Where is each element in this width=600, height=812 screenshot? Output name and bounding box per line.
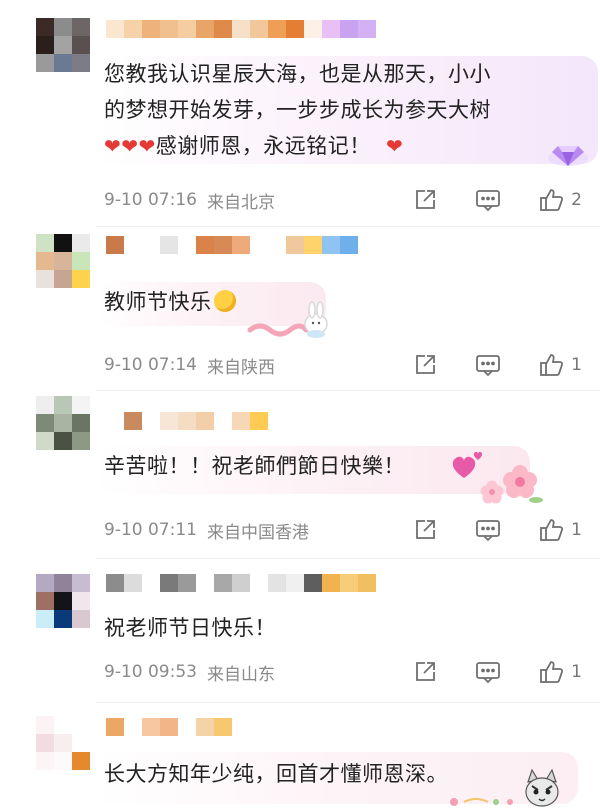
comment-time: 9-10 07:11 bbox=[104, 520, 197, 540]
cat-sticker-icon bbox=[525, 768, 559, 807]
comment-icon bbox=[476, 662, 501, 684]
avatar[interactable] bbox=[36, 18, 90, 72]
comment-meta: 9-10 07:16 来自北京 2 bbox=[104, 185, 594, 215]
comment-time: 9-10 07:14 bbox=[104, 355, 197, 375]
like-button[interactable]: 2 bbox=[539, 187, 582, 213]
divider bbox=[96, 702, 600, 703]
comment-icon bbox=[476, 355, 501, 377]
comment-text: 祝老师节日快乐！ bbox=[104, 616, 276, 640]
comment-location: 来自陕西 bbox=[206, 357, 275, 378]
share-button[interactable] bbox=[413, 660, 437, 684]
grinning-emoji bbox=[213, 290, 236, 312]
comment-text: 长大方知年少纯，回首才懂师恩深。 bbox=[104, 762, 448, 786]
comment-actions: 1 bbox=[413, 657, 582, 687]
like-button[interactable]: 1 bbox=[539, 352, 582, 378]
comment-location: 来自北京 bbox=[206, 192, 275, 213]
comment-icon bbox=[476, 520, 501, 542]
share-icon bbox=[416, 662, 436, 681]
share-icon bbox=[416, 355, 436, 374]
share-button[interactable] bbox=[413, 353, 437, 377]
like-count: 1 bbox=[571, 520, 582, 540]
divider bbox=[96, 558, 600, 559]
username-blurred[interactable] bbox=[106, 718, 232, 736]
share-icon bbox=[416, 190, 436, 209]
avatar[interactable] bbox=[36, 396, 90, 450]
reply-button[interactable] bbox=[475, 518, 501, 542]
divider bbox=[96, 390, 600, 391]
bunny-sticker-icon bbox=[247, 301, 328, 338]
comment-location: 来自中国香港 bbox=[206, 522, 309, 543]
heart-emoji: ❤ bbox=[121, 134, 139, 158]
username-blurred[interactable] bbox=[106, 236, 358, 254]
share-button[interactable] bbox=[413, 518, 437, 542]
heart-emoji: ❤ bbox=[104, 134, 122, 158]
thumbs-up-icon bbox=[540, 661, 564, 683]
heart-emoji: ❤ bbox=[385, 134, 404, 158]
reply-button[interactable] bbox=[475, 353, 501, 377]
comment-actions: 1 bbox=[413, 350, 582, 380]
comment-meta: 9-10 09:53 来自山东 1 bbox=[104, 657, 594, 687]
thumbs-up-icon bbox=[540, 519, 564, 541]
avatar[interactable] bbox=[36, 234, 90, 288]
share-icon bbox=[416, 520, 436, 539]
like-button[interactable]: 1 bbox=[539, 517, 582, 543]
avatar[interactable] bbox=[36, 716, 90, 770]
username-blurred[interactable] bbox=[106, 412, 268, 430]
comment-feed: 您教我认识星辰大海，也是从那天，小小 的梦想开始发芽，一步步成长为参天大树 ❤❤… bbox=[0, 0, 600, 812]
comment-text: 教师节快乐 bbox=[104, 284, 236, 320]
comment-text: 您教我认识星辰大海，也是从那天，小小 的梦想开始发芽，一步步成长为参天大树 ❤❤… bbox=[104, 62, 491, 158]
flower-sticker-icon bbox=[480, 465, 543, 504]
heart-emoji: ❤ bbox=[138, 134, 156, 158]
comment-time: 9-10 09:53 bbox=[104, 662, 197, 682]
like-button[interactable]: 1 bbox=[539, 659, 582, 685]
share-button[interactable] bbox=[413, 188, 437, 212]
comment-location: 来自山东 bbox=[206, 664, 275, 685]
comment-time: 9-10 07:16 bbox=[104, 190, 197, 210]
reply-button[interactable] bbox=[475, 188, 501, 212]
diamond-badge-icon bbox=[548, 146, 588, 166]
avatar[interactable] bbox=[36, 574, 90, 628]
thumbs-up-icon bbox=[540, 354, 564, 376]
like-count: 1 bbox=[571, 355, 582, 375]
like-count: 2 bbox=[571, 190, 582, 210]
comment-meta: 9-10 07:11 来自中国香港 1 bbox=[104, 515, 594, 545]
thumbs-up-icon bbox=[540, 189, 564, 211]
comment-text: 辛苦啦！！祝老師們節日快樂！ bbox=[104, 454, 405, 478]
comment-actions: 1 bbox=[413, 515, 582, 545]
comment-meta: 9-10 07:14 来自陕西 1 bbox=[104, 350, 594, 380]
divider bbox=[96, 226, 600, 227]
sparkle-decoration-icon bbox=[450, 798, 513, 806]
reply-button[interactable] bbox=[475, 660, 501, 684]
username-blurred[interactable] bbox=[106, 574, 376, 592]
comment-actions: 2 bbox=[413, 185, 582, 215]
username-blurred[interactable] bbox=[106, 20, 376, 38]
comment-icon bbox=[476, 190, 501, 212]
like-count: 1 bbox=[571, 662, 582, 682]
